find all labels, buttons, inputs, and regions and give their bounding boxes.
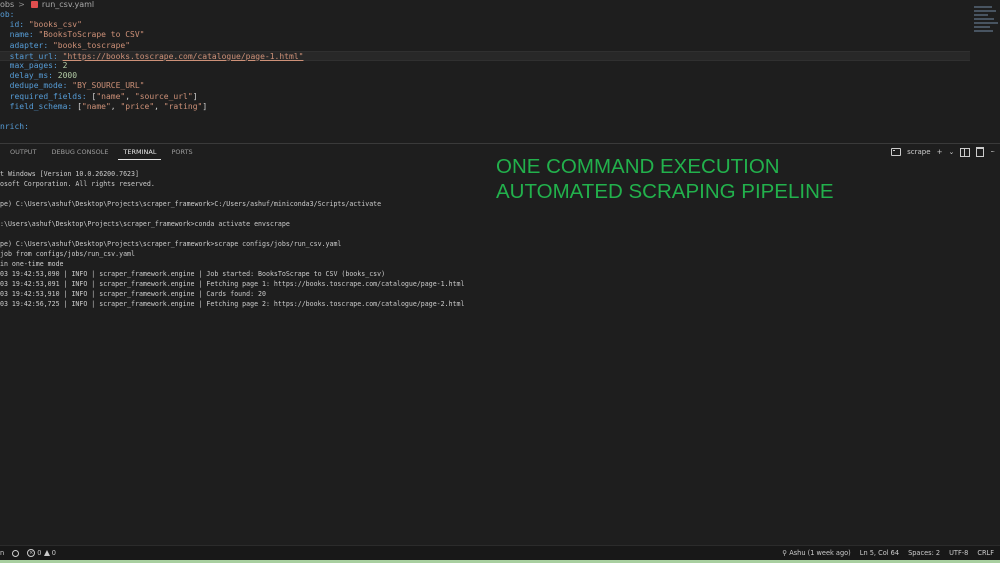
terminal-line: 03 19:42:56,725 | INFO | scraper_framewo…: [0, 300, 465, 308]
tab-terminal[interactable]: TERMINAL: [118, 144, 162, 160]
code-token: 2000: [57, 71, 78, 81]
terminal-name[interactable]: scrape: [907, 147, 930, 157]
status-bar: n × 0 0 ⚲ Ashu (1 week ago) Ln 5, Col 64…: [0, 545, 1000, 560]
code-token: start_url:: [0, 51, 63, 61]
terminal-line: 03 19:42:53,090 | INFO | scraper_framewo…: [0, 270, 386, 278]
code-token: required_fields:: [0, 91, 92, 101]
terminal-line: 03 19:42:53,910 | INFO | scraper_framewo…: [0, 290, 266, 298]
indentation[interactable]: Spaces: 2: [908, 546, 940, 560]
git-blame[interactable]: ⚲ Ashu (1 week ago): [782, 546, 850, 560]
code-token: dedupe_mode:: [0, 81, 73, 91]
code-token: name:: [0, 30, 39, 40]
terminal-output[interactable]: t Windows [Version 10.0.26200.7623] osoft…: [0, 169, 1000, 539]
sync-icon[interactable]: [12, 549, 20, 557]
code-token: "BY_SOURCE_URL": [72, 81, 145, 91]
code-line[interactable]: required_fields: ["name", "source_url"]: [0, 92, 970, 102]
code-token: "name": [81, 101, 111, 111]
status-left-text[interactable]: n: [0, 546, 4, 560]
code-token: "https://books.toscrape.com/catalogue/pa…: [62, 51, 304, 61]
code-token: ,: [125, 91, 135, 101]
more-actions-icon[interactable]: ···: [990, 147, 995, 157]
code-token: ,: [154, 101, 164, 111]
kill-terminal-icon[interactable]: [976, 147, 985, 157]
end-of-line[interactable]: CRLF: [977, 546, 994, 560]
code-token: ]: [202, 101, 208, 111]
code-line[interactable]: nrich:: [0, 122, 970, 132]
caption-overlay: ONE COMMAND EXECUTION AUTOMATED SCRAPING…: [496, 154, 834, 204]
code-token: max_pages:: [0, 60, 63, 70]
code-token: adapter:: [0, 40, 53, 50]
code-line[interactable]: start_url: "https://books.toscrape.com/c…: [0, 50, 970, 61]
terminal-line: pe) C:\Users\ashuf\Desktop\Projects\scra…: [0, 240, 342, 248]
split-terminal-icon[interactable]: [960, 147, 971, 157]
breadcrumb-folder[interactable]: obs: [0, 0, 14, 9]
vscode-window: obs > run_csv.yaml ob: id: "books_csv" n…: [0, 0, 1000, 563]
code-token: delay_ms:: [0, 71, 58, 81]
code-editor[interactable]: ob: id: "books_csv" name: "BooksToScrape…: [0, 10, 970, 142]
code-token: "BooksToScrape to CSV": [38, 30, 145, 40]
code-token: "rating": [163, 101, 203, 111]
terminal-line: in one-time mode: [0, 260, 64, 268]
code-line[interactable]: dedupe_mode: "BY_SOURCE_URL": [0, 81, 970, 91]
problems-indicator[interactable]: × 0 0: [27, 546, 56, 560]
terminal-dropdown-icon[interactable]: ⌄: [948, 147, 954, 157]
encoding[interactable]: UTF-8: [949, 546, 968, 560]
code-line[interactable]: id: "books_csv": [0, 20, 970, 30]
tab-debug-console[interactable]: DEBUG CONSOLE: [47, 144, 114, 161]
terminal-line: :\Users\ashuf\Desktop\Projects\scraper_f…: [0, 220, 290, 228]
caption-line-2: AUTOMATED SCRAPING PIPELINE: [496, 180, 834, 203]
tab-ports[interactable]: PORTS: [166, 144, 197, 161]
breadcrumb-separator: >: [18, 0, 25, 9]
cursor-position[interactable]: Ln 5, Col 64: [860, 546, 899, 560]
caption-line-1: ONE COMMAND EXECUTION: [496, 155, 780, 178]
error-count: 0: [37, 549, 42, 557]
code-token: 2: [62, 60, 68, 70]
yaml-file-icon: [30, 1, 38, 8]
code-token: ,: [110, 101, 121, 111]
code-token: "name": [96, 91, 126, 101]
minimap[interactable]: [974, 6, 998, 36]
code-line[interactable]: ob:: [0, 10, 970, 20]
error-icon: ×: [27, 549, 36, 557]
code-token: "books_csv": [28, 20, 82, 30]
breadcrumb: obs > run_csv.yaml: [0, 0, 1000, 9]
warning-icon: [43, 550, 50, 556]
code-line[interactable]: max_pages: 2: [0, 61, 970, 71]
tab-output[interactable]: OUTPUT: [5, 144, 42, 161]
warning-count: 0: [51, 549, 56, 557]
code-line[interactable]: delay_ms: 2000: [0, 71, 970, 81]
code-token: nrich:: [0, 122, 29, 132]
code-token: "books_toscrape": [52, 40, 131, 50]
terminal-line: 03 19:42:53,091 | INFO | scraper_framewo…: [0, 280, 465, 288]
code-token: "source_url": [134, 91, 193, 101]
code-line[interactable]: [0, 112, 970, 122]
code-token: ]: [192, 91, 198, 101]
new-terminal-button[interactable]: +: [937, 147, 943, 157]
git-blame-text: Ashu (1 week ago): [789, 549, 851, 557]
code-token: ob:: [0, 10, 15, 19]
terminal-line: job from configs/jobs/run_csv.yaml: [0, 250, 135, 258]
code-line[interactable]: name: "BooksToScrape to CSV": [0, 30, 970, 40]
breadcrumb-file[interactable]: run_csv.yaml: [42, 0, 94, 9]
code-token: "price": [120, 101, 155, 111]
panel-actions: scrape + ⌄ ···: [891, 147, 995, 157]
code-token: field_schema:: [0, 101, 78, 111]
code-line[interactable]: adapter: "books_toscrape": [0, 41, 970, 51]
code-line[interactable]: field_schema: ["name", "price", "rating"…: [0, 102, 970, 112]
terminal-icon: [891, 148, 902, 156]
code-token: id:: [0, 20, 29, 30]
